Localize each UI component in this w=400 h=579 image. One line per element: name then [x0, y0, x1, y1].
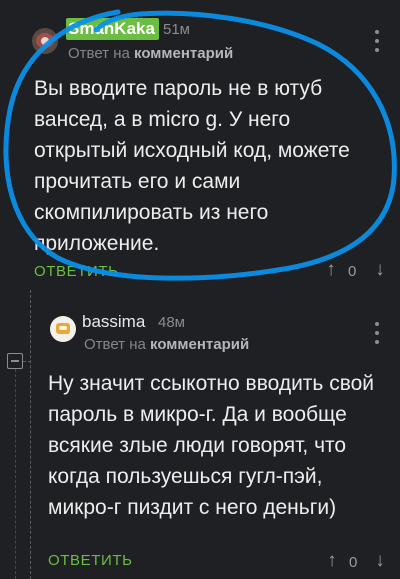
comment-text: Ну значит ссыкотно вводить свой пароль в… — [48, 372, 375, 519]
dot — [375, 39, 379, 43]
dot — [375, 340, 379, 344]
comment-parent: SmanKaka 51м Ответ на комментарий Вы вво… — [0, 0, 400, 290]
comment-username[interactable]: bassima — [82, 311, 145, 333]
comment-text: Вы вводите пароль не в ютуб вансед, а в … — [34, 77, 350, 255]
upvote-arrow-icon[interactable]: ↑ — [323, 260, 339, 280]
dot — [375, 322, 379, 326]
vote-score: 0 — [349, 554, 358, 571]
reply-button[interactable]: ОТВЕТИТЬ — [48, 551, 133, 571]
downvote-arrow-icon[interactable]: ↓ — [372, 260, 388, 280]
comment-age: 48м — [158, 314, 185, 331]
reply-prefix: Ответ на — [84, 336, 146, 353]
more-options-icon[interactable] — [374, 322, 380, 344]
comment-reply: bassima 48м Ответ на комментарий Ну знач… — [0, 300, 400, 579]
reply-target-link[interactable]: комментарий — [134, 45, 233, 62]
more-options-icon[interactable] — [374, 30, 380, 52]
user-avatar[interactable] — [32, 28, 58, 54]
comment-age: 51м — [163, 21, 190, 38]
reply-button[interactable]: ОТВЕТИТЬ — [34, 262, 119, 282]
reply-to-label[interactable]: Ответ на комментарий — [84, 335, 249, 355]
reply-target-link[interactable]: комментарий — [150, 336, 249, 353]
reply-to-label[interactable]: Ответ на комментарий — [68, 44, 233, 64]
dot — [375, 30, 379, 34]
reply-prefix: Ответ на — [68, 45, 130, 62]
comment-username[interactable]: SmanKaka — [66, 18, 159, 40]
dot — [375, 48, 379, 52]
dot — [375, 331, 379, 335]
downvote-arrow-icon[interactable]: ↓ — [372, 551, 388, 571]
upvote-arrow-icon[interactable]: ↑ — [324, 551, 340, 571]
vote-score: 0 — [348, 263, 357, 280]
comments-screen: SmanKaka 51м Ответ на комментарий Вы вво… — [0, 0, 400, 579]
user-avatar[interactable] — [50, 316, 76, 342]
